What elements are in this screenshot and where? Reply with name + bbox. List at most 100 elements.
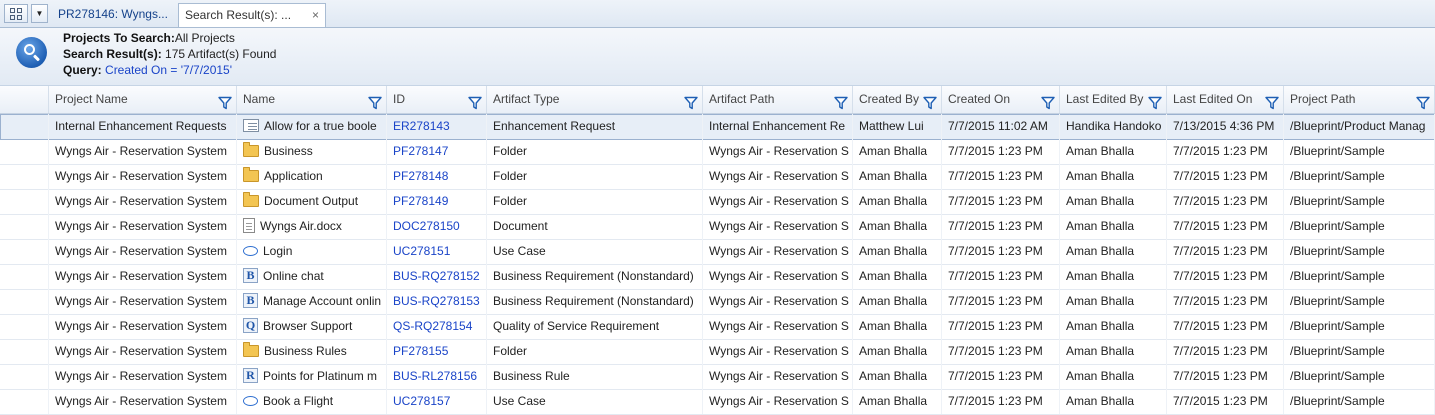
cell-id[interactable]: PF278147: [387, 139, 487, 164]
filter-funnel-icon[interactable]: [468, 93, 482, 110]
table-row[interactable]: Wyngs Air - Reservation System Book a Fli…: [0, 389, 1435, 415]
row-select-cell[interactable]: [0, 164, 49, 189]
cell-text[interactable]: UC278151: [393, 244, 450, 258]
row-select-cell[interactable]: [0, 189, 49, 214]
cell-text[interactable]: PF278148: [393, 169, 448, 183]
cell-text: Business Requirement (Nonstandard): [493, 269, 694, 283]
cell-id[interactable]: BUS-RQ278153: [387, 289, 487, 314]
row-select-cell[interactable]: [0, 364, 49, 389]
cell-id[interactable]: PF278149: [387, 189, 487, 214]
column-header-artifact-path[interactable]: Artifact Path: [703, 86, 853, 113]
table-row[interactable]: Wyngs Air - Reservation System B Online ch…: [0, 264, 1435, 290]
row-select-cell[interactable]: [0, 114, 49, 139]
cell-text: Aman Bhalla: [1066, 394, 1135, 408]
grid-menu-icon[interactable]: [4, 4, 28, 23]
column-header-created-by[interactable]: Created By: [853, 86, 942, 113]
table-row[interactable]: Wyngs Air - Reservation System Document O…: [0, 189, 1435, 215]
filter-funnel-icon[interactable]: [1148, 93, 1162, 110]
row-select-cell[interactable]: [0, 289, 49, 314]
cell-text: Aman Bhalla: [1066, 219, 1135, 233]
row-select-cell[interactable]: [0, 339, 49, 364]
cell-name: Login: [237, 239, 387, 264]
cell-id[interactable]: DOC278150: [387, 214, 487, 239]
filter-funnel-icon[interactable]: [923, 93, 937, 110]
column-header-created-on[interactable]: Created On: [942, 86, 1060, 113]
filter-funnel-icon[interactable]: [218, 93, 232, 110]
cell-artifact-type: Business Requirement (Nonstandard): [487, 264, 703, 289]
table-row[interactable]: Wyngs Air - Reservation System Business PF…: [0, 139, 1435, 165]
cell-text[interactable]: BUS-RQ278153: [393, 294, 480, 308]
cell-text: 7/7/2015 1:23 PM: [1173, 394, 1268, 408]
cell-created-by: Matthew Lui: [853, 114, 942, 139]
cell-created-by: Aman Bhalla: [853, 214, 942, 239]
cell-project-name: Wyngs Air - Reservation System: [49, 214, 237, 239]
table-row[interactable]: Wyngs Air - Reservation System Applicatio…: [0, 164, 1435, 190]
filter-funnel-icon[interactable]: [368, 93, 382, 110]
cell-text: Wyngs Air - Reservation System: [55, 369, 227, 383]
filter-funnel-icon[interactable]: [1041, 93, 1055, 110]
filter-funnel-icon[interactable]: [1265, 93, 1279, 110]
cell-artifact-path: Wyngs Air - Reservation S: [703, 314, 853, 339]
column-header-label: Created On: [948, 92, 1011, 106]
filter-funnel-icon[interactable]: [1416, 93, 1430, 110]
cell-text[interactable]: PF278155: [393, 344, 448, 358]
cell-last-edited-by: Aman Bhalla: [1060, 314, 1167, 339]
cell-last-edited-on: 7/7/2015 1:23 PM: [1167, 339, 1284, 364]
table-row[interactable]: Wyngs Air - Reservation System Login UC278…: [0, 239, 1435, 265]
cell-text[interactable]: DOC278150: [393, 219, 460, 233]
column-header-last-edited-by[interactable]: Last Edited By: [1060, 86, 1167, 113]
table-row[interactable]: Wyngs Air - Reservation System Wyngs Air.…: [0, 214, 1435, 240]
table-row[interactable]: Wyngs Air - Reservation System Q Browser S…: [0, 314, 1435, 340]
column-header-name[interactable]: Name: [237, 86, 387, 113]
column-header-artifact-type[interactable]: Artifact Type: [487, 86, 703, 113]
row-select-cell[interactable]: [0, 389, 49, 414]
cell-text: 7/7/2015 1:23 PM: [1173, 294, 1268, 308]
row-select-cell[interactable]: [0, 139, 49, 164]
cell-id[interactable]: PF278148: [387, 164, 487, 189]
query-link[interactable]: Created On = '7/7/2015': [102, 63, 232, 77]
cell-text[interactable]: BUS-RQ278152: [393, 269, 480, 283]
cell-text[interactable]: BUS-RL278156: [393, 369, 477, 383]
row-select-cell[interactable]: [0, 239, 49, 264]
cell-text[interactable]: QS-RQ278154: [393, 319, 472, 333]
cell-artifact-type: Enhancement Request: [487, 114, 703, 139]
cell-text[interactable]: PF278149: [393, 194, 448, 208]
table-row[interactable]: Wyngs Air - Reservation System R Points fo…: [0, 364, 1435, 390]
cell-project-path: /Blueprint/Sample: [1284, 364, 1435, 389]
cell-id[interactable]: UC278151: [387, 239, 487, 264]
column-header-project-name[interactable]: Project Name: [49, 86, 237, 113]
close-icon[interactable]: ×: [312, 4, 319, 26]
cell-id[interactable]: UC278157: [387, 389, 487, 414]
cell-created-by: Aman Bhalla: [853, 389, 942, 414]
row-select-cell[interactable]: [0, 214, 49, 239]
cell-text: 7/7/2015 1:23 PM: [1173, 169, 1268, 183]
cell-last-edited-on: 7/7/2015 1:23 PM: [1167, 189, 1284, 214]
cell-id[interactable]: ER278143: [387, 114, 487, 139]
column-header-project-path[interactable]: Project Path: [1284, 86, 1435, 113]
cell-text[interactable]: ER278143: [393, 119, 450, 133]
cell-id[interactable]: BUS-RL278156: [387, 364, 487, 389]
column-header-last-edited-on[interactable]: Last Edited On: [1167, 86, 1284, 113]
table-row[interactable]: Internal Enhancement Requests Allow for a…: [0, 114, 1435, 140]
table-row[interactable]: Wyngs Air - Reservation System Business R…: [0, 339, 1435, 365]
cell-text[interactable]: UC278157: [393, 394, 450, 408]
cell-id[interactable]: PF278155: [387, 339, 487, 364]
projects-to-search: Projects To Search:All Projects: [63, 31, 235, 46]
cell-text: Folder: [493, 169, 528, 183]
cell-id[interactable]: QS-RQ278154: [387, 314, 487, 339]
table-row[interactable]: Wyngs Air - Reservation System B Manage Ac…: [0, 289, 1435, 315]
cell-project-name: Wyngs Air - Reservation System: [49, 339, 237, 364]
filter-funnel-icon[interactable]: [834, 93, 848, 110]
cell-last-edited-on: 7/7/2015 1:23 PM: [1167, 389, 1284, 414]
cell-text[interactable]: PF278147: [393, 144, 448, 158]
tab-search-results[interactable]: Search Result(s): ... ×: [178, 3, 326, 27]
cell-artifact-path: Wyngs Air - Reservation S: [703, 139, 853, 164]
tab-artifact[interactable]: PR278146: Wyngs...: [52, 3, 176, 27]
tab-label: Search Result(s): ...: [185, 8, 292, 22]
filter-funnel-icon[interactable]: [684, 93, 698, 110]
row-select-cell[interactable]: [0, 264, 49, 289]
dropdown-arrow-icon[interactable]: ▼: [31, 4, 48, 23]
row-select-cell[interactable]: [0, 314, 49, 339]
column-header-id[interactable]: ID: [387, 86, 487, 113]
cell-id[interactable]: BUS-RQ278152: [387, 264, 487, 289]
